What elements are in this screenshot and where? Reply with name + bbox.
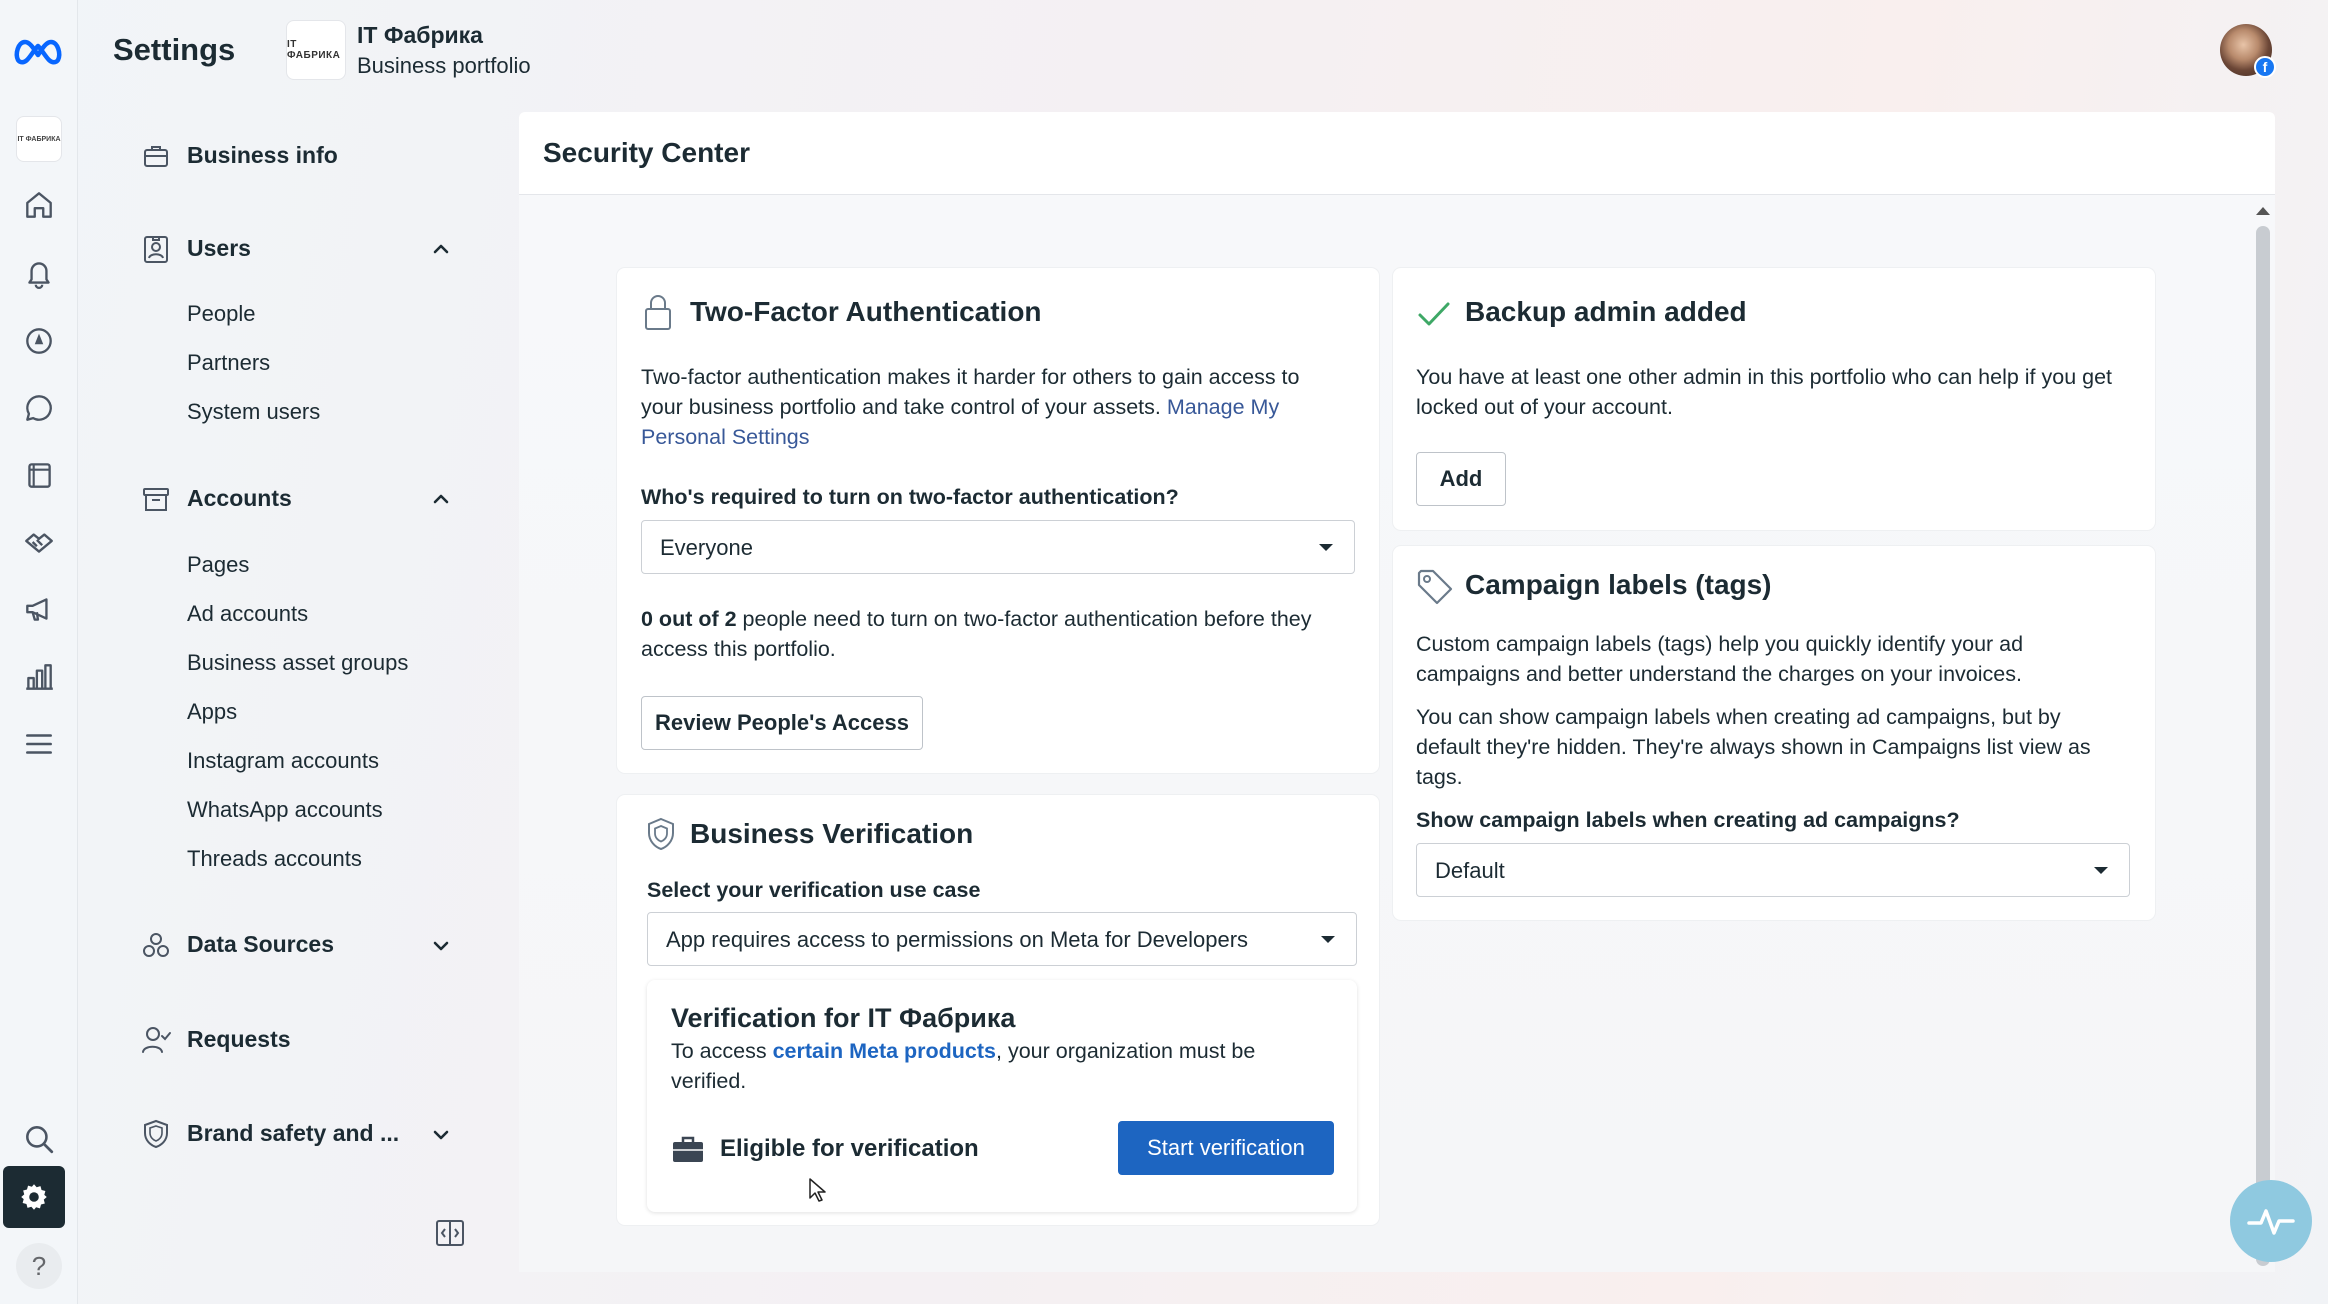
nav-instagram-accounts[interactable]: Instagram accounts — [187, 748, 379, 774]
nav-ad-accounts[interactable]: Ad accounts — [187, 601, 308, 627]
two-factor-status: 0 out of 2 people need to turn on two-fa… — [641, 607, 1312, 631]
nav-people[interactable]: People — [187, 301, 256, 327]
backup-admin-description: locked out of your account. — [1416, 395, 1673, 419]
add-admin-button[interactable]: Add — [1416, 452, 1506, 506]
lock-icon — [645, 295, 671, 330]
campaign-labels-description: Custom campaign labels (tags) help you q… — [1416, 632, 2024, 656]
chevron-down-icon[interactable] — [430, 1124, 452, 1146]
dropdown-arrow-icon — [2094, 867, 2108, 874]
briefcase-icon — [144, 146, 168, 167]
requests-person-icon — [142, 1027, 171, 1053]
tag-icon — [1417, 569, 1453, 605]
nav-partners[interactable]: Partners — [187, 350, 270, 376]
search-icon[interactable] — [16, 1116, 62, 1162]
campaign-labels-description: tags. — [1416, 765, 1463, 789]
partnerships-handshake-icon[interactable] — [16, 519, 62, 565]
settings-gear-icon[interactable] — [3, 1166, 65, 1228]
nav-business-asset-groups[interactable]: Business asset groups — [187, 650, 408, 676]
verification-panel-text: verified. — [671, 1069, 747, 1093]
campaign-labels-title: Campaign labels (tags) — [1465, 569, 1772, 600]
verification-panel-title: Verification for IT Фабрика — [671, 1003, 1016, 1033]
business-name: IT Фабрика — [357, 22, 483, 48]
nav-system-users[interactable]: System users — [187, 399, 320, 425]
scroll-up-arrow-icon[interactable] — [2254, 204, 2272, 218]
business-subtitle: Business portfolio — [357, 53, 531, 78]
page-title: Settings — [113, 32, 236, 67]
certain-meta-products-link[interactable]: certain Meta products — [773, 1039, 996, 1063]
manage-personal-settings-link[interactable]: Manage My — [1167, 395, 1279, 419]
messages-chat-icon[interactable] — [16, 385, 62, 431]
nav-threads-accounts[interactable]: Threads accounts — [187, 846, 362, 872]
content-pages-icon[interactable] — [16, 452, 62, 498]
verification-panel-text: To access certain Meta products, your or… — [671, 1039, 1256, 1063]
backup-admin-description: You have at least one other admin in thi… — [1416, 365, 2113, 389]
collapse-sidebar-icon[interactable] — [434, 1218, 466, 1248]
nav-accounts[interactable]: Accounts — [140, 483, 292, 515]
two-factor-description: Two-factor authentication makes it harde… — [641, 365, 1300, 389]
review-peoples-access-button[interactable]: Review People's Access — [641, 696, 923, 750]
ads-megaphone-icon[interactable] — [16, 586, 62, 632]
verification-shield-icon — [648, 817, 674, 851]
nav-data-sources[interactable]: Data Sources — [140, 929, 334, 961]
nav-whatsapp-accounts[interactable]: WhatsApp accounts — [187, 797, 383, 823]
backup-admin-title: Backup admin added — [1465, 296, 1747, 327]
nav-pages[interactable]: Pages — [187, 552, 249, 578]
two-factor-requirement-select[interactable]: Everyone — [641, 520, 1355, 574]
campaign-labels-question: Show campaign labels when creating ad ca… — [1416, 808, 1960, 832]
data-sources-icon — [143, 933, 169, 957]
chevron-up-icon[interactable] — [430, 488, 452, 510]
two-factor-title: Two-Factor Authentication — [690, 296, 1042, 327]
verification-use-case-label: Select your verification use case — [647, 878, 981, 902]
dropdown-arrow-icon — [1321, 936, 1335, 943]
two-factor-description: your business portfolio and take control… — [641, 395, 1280, 419]
mouse-cursor-icon — [809, 1178, 826, 1202]
nav-requests[interactable]: Requests — [140, 1024, 291, 1056]
insights-bar-chart-icon[interactable] — [16, 654, 62, 700]
activity-assistant-button[interactable] — [2230, 1180, 2312, 1262]
business-portfolio-switcher[interactable]: IT ФАБРИКА — [16, 116, 62, 162]
help-icon[interactable]: ? — [16, 1243, 62, 1289]
chevron-up-icon[interactable] — [430, 238, 452, 260]
campaign-labels-description: campaigns and better understand the char… — [1416, 662, 2022, 686]
users-badge-icon — [144, 236, 168, 263]
verification-use-case-select[interactable]: App requires access to permissions on Me… — [647, 912, 1357, 966]
briefcase-icon — [673, 1136, 703, 1162]
notifications-bell-icon[interactable] — [16, 250, 62, 296]
check-icon — [1418, 302, 1450, 326]
main-title: Security Center — [543, 137, 750, 168]
navigation-compass-icon[interactable] — [16, 318, 62, 364]
accounts-box-icon — [143, 488, 169, 511]
dropdown-arrow-icon — [1319, 544, 1333, 551]
all-tools-menu-icon[interactable] — [16, 721, 62, 767]
scrollbar-thumb[interactable] — [2256, 226, 2270, 1266]
two-factor-status: access this portfolio. — [641, 637, 836, 661]
start-verification-button[interactable]: Start verification — [1118, 1121, 1334, 1175]
meta-logo-icon[interactable] — [12, 28, 64, 74]
chevron-down-icon[interactable] — [430, 935, 452, 957]
portfolio-logo: IT ФАБРИКА — [17, 135, 61, 143]
left-rail: IT ФАБРИКА ? — [0, 0, 78, 1304]
business-logo[interactable]: IT ФАБРИКА — [286, 20, 346, 80]
shield-icon — [144, 1119, 168, 1149]
home-icon[interactable] — [16, 182, 62, 228]
campaign-labels-description: You can show campaign labels when creati… — [1416, 705, 2061, 729]
nav-brand-safety[interactable]: Brand safety and ... — [140, 1118, 399, 1150]
pulse-icon — [2247, 1209, 2295, 1235]
campaign-labels-description: default they're hidden. They're always s… — [1416, 735, 2091, 759]
manage-personal-settings-link[interactable]: Personal Settings — [641, 422, 810, 453]
two-factor-question: Who's required to turn on two-factor aut… — [641, 485, 1179, 509]
user-avatar[interactable]: f — [2220, 24, 2276, 78]
nav-users[interactable]: Users — [140, 233, 251, 265]
campaign-labels-select[interactable]: Default — [1416, 843, 2130, 897]
facebook-badge-icon: f — [2254, 56, 2276, 78]
business-verification-title: Business Verification — [690, 818, 974, 849]
nav-business-info[interactable]: Business info — [140, 140, 338, 172]
eligible-for-verification-label: Eligible for verification — [720, 1135, 979, 1162]
nav-apps[interactable]: Apps — [187, 699, 237, 725]
